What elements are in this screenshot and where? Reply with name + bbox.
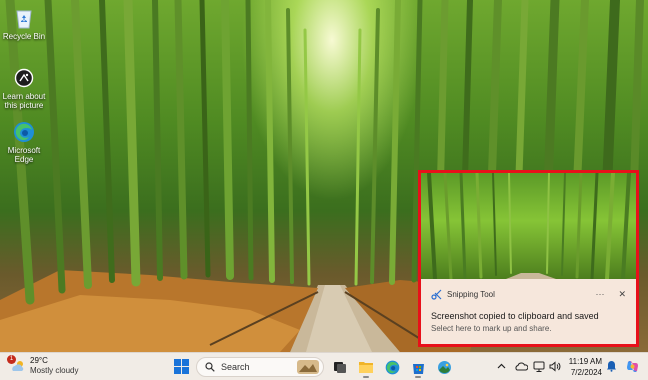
network-icon bbox=[533, 361, 545, 372]
taskbar-search-box[interactable]: Search bbox=[196, 357, 324, 377]
system-clock[interactable]: 11:19 AM 7/2/2024 bbox=[562, 356, 602, 378]
clock-date: 7/2/2024 bbox=[570, 368, 602, 377]
file-explorer-icon bbox=[359, 362, 373, 373]
volume-icon bbox=[549, 360, 561, 372]
search-placeholder: Search bbox=[221, 362, 250, 372]
task-view-button[interactable] bbox=[330, 357, 350, 377]
copilot-button[interactable] bbox=[624, 358, 640, 374]
chevron-up-icon bbox=[497, 363, 505, 369]
store-icon bbox=[412, 363, 424, 374]
edge-taskbar-button[interactable] bbox=[382, 357, 402, 377]
microsoft-store-button[interactable] bbox=[408, 357, 428, 378]
desktop-icon-learn-about-picture[interactable]: Learn about this picture bbox=[2, 66, 46, 110]
windows-logo-icon bbox=[174, 359, 189, 374]
edge-icon bbox=[12, 120, 36, 144]
onedrive-icon bbox=[514, 362, 528, 370]
desktop-icon-label: Learn about this picture bbox=[2, 92, 46, 110]
clock-time: 11:19 AM bbox=[568, 357, 602, 366]
recycle-bin-icon bbox=[12, 6, 36, 30]
highlight-frame bbox=[418, 170, 639, 347]
running-indicator bbox=[415, 376, 421, 378]
bell-icon bbox=[606, 361, 616, 372]
taskbar: 1 29°C Mostly cloudy Search 11:19 AM 7/2… bbox=[0, 352, 648, 380]
desktop-icon-label: Recycle Bin bbox=[2, 32, 46, 41]
desktop-icon-recycle-bin[interactable]: Recycle Bin bbox=[2, 6, 46, 41]
show-hidden-icons-button[interactable] bbox=[494, 359, 508, 373]
copilot-icon bbox=[626, 360, 638, 372]
search-icon bbox=[205, 362, 215, 372]
photos-button[interactable] bbox=[434, 357, 454, 377]
start-button[interactable] bbox=[174, 359, 189, 374]
file-explorer-button[interactable] bbox=[356, 357, 376, 378]
notification-center-button[interactable] bbox=[604, 359, 618, 373]
notification-count-badge: 1 bbox=[7, 355, 16, 364]
task-view-icon bbox=[334, 362, 346, 373]
cloud-icon: 1 bbox=[7, 355, 26, 374]
weather-temperature: 29°C bbox=[30, 356, 48, 365]
desktop-icon-microsoft-edge[interactable]: Microsoft Edge bbox=[2, 120, 46, 164]
edge-icon bbox=[385, 360, 399, 374]
desktop-icon-label: Microsoft Edge bbox=[7, 146, 41, 164]
weather-condition: Mostly cloudy bbox=[30, 366, 79, 375]
volume-tray-button[interactable] bbox=[548, 359, 562, 373]
network-tray-button[interactable] bbox=[532, 359, 546, 373]
running-indicator bbox=[363, 376, 369, 378]
camera-icon bbox=[12, 66, 36, 90]
photos-icon bbox=[437, 360, 451, 374]
search-highlight-icon bbox=[297, 360, 319, 374]
onedrive-tray-button[interactable] bbox=[514, 359, 528, 373]
weather-widget[interactable]: 1 29°C Mostly cloudy bbox=[7, 355, 79, 376]
